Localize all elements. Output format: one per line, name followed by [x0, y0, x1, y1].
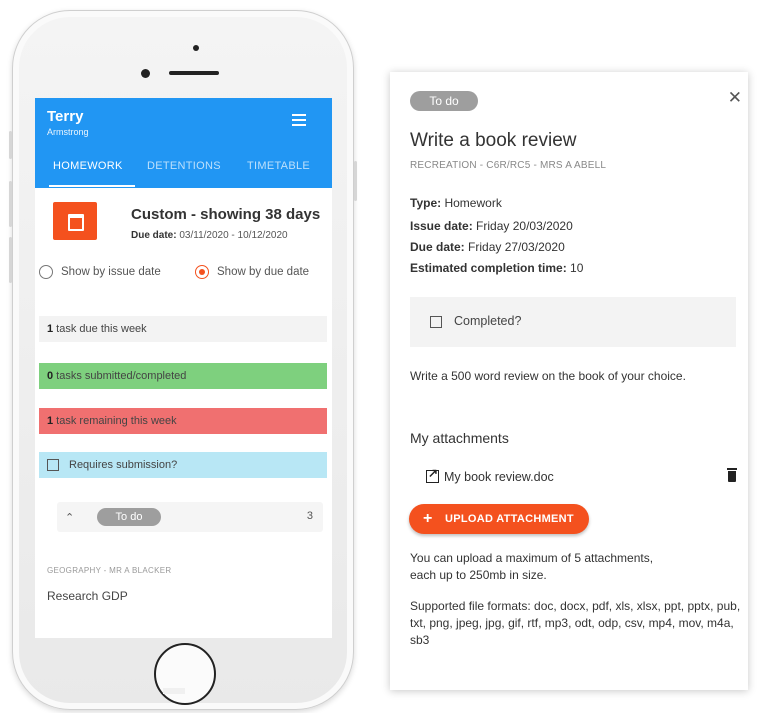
radio-due-label: Show by due date — [217, 266, 310, 279]
sensor-dot — [141, 69, 150, 78]
date-range-button[interactable] — [53, 202, 97, 240]
tab-timetable[interactable]: TIMETABLE — [247, 160, 310, 172]
side-button — [9, 181, 12, 227]
upload-attachment-button[interactable]: + UPLOAD ATTACHMENT — [409, 504, 589, 534]
completed-checkbox-row[interactable]: Completed? — [410, 297, 736, 347]
open-external-icon[interactable] — [426, 466, 439, 483]
checkbox-icon — [47, 459, 59, 472]
radio-show-by-issue-date[interactable]: Show by issue date — [39, 265, 161, 279]
task-detail-title: Write a book review — [410, 130, 577, 151]
tab-bar: HOMEWORK DETENTIONS TIMETABLE — [35, 158, 332, 188]
radio-issue-label: Show by issue date — [61, 266, 161, 279]
chevron-up-icon: ⌃ — [65, 512, 75, 524]
attachment-link[interactable]: My book review.doc — [444, 470, 554, 484]
delete-icon[interactable] — [727, 468, 737, 482]
issue-date-label: Issue date: — [410, 219, 473, 233]
checkbox-icon — [430, 316, 442, 328]
radio-checked-icon — [195, 265, 209, 279]
status-chip: To do — [410, 91, 478, 111]
todo-group-header[interactable]: ⌃ To do 3 — [57, 502, 323, 532]
upload-attachment-label: UPLOAD ATTACHMENT — [445, 513, 574, 525]
due-date-label: Due date: — [410, 240, 465, 254]
due-date-label: Due date: — [131, 230, 177, 241]
submitted-banner: 0 tasks submitted/completed — [39, 363, 327, 389]
side-button — [9, 131, 12, 159]
remaining-text: task remaining this week — [53, 415, 177, 427]
remaining-banner: 1 task remaining this week — [39, 408, 327, 434]
tab-homework[interactable]: HOMEWORK — [53, 160, 123, 172]
due-date-value: Friday 27/03/2020 — [468, 240, 565, 254]
side-button — [9, 237, 12, 283]
attachments-heading: My attachments — [410, 430, 509, 446]
issue-date-row: Issue date: Friday 20/03/2020 — [410, 219, 573, 233]
task-subject: GEOGRAPHY - MR A BLACKER — [47, 566, 172, 575]
todo-status-chip: To do — [97, 508, 161, 526]
app-screen: Terry Armstrong HOMEWORK DETENTIONS TIME… — [35, 98, 332, 638]
due-date-range: 03/11/2020 - 10/12/2020 — [179, 230, 288, 241]
estimated-time-value: 10 — [570, 261, 584, 275]
requires-submission-filter[interactable]: Requires submission? — [39, 452, 327, 478]
upload-limit-note-1: You can upload a maximum of 5 attachment… — [410, 551, 654, 565]
tab-detentions[interactable]: DETENTIONS — [147, 160, 221, 172]
student-first-name: Terry — [47, 108, 84, 125]
date-range-title: Custom - showing 38 days — [131, 206, 321, 223]
completed-label: Completed? — [454, 314, 522, 328]
issue-date-value: Friday 20/03/2020 — [476, 219, 573, 233]
todo-count: 3 — [306, 510, 313, 522]
due-this-week-banner: 1 task due this week — [39, 316, 327, 342]
due-text: task due this week — [53, 323, 147, 335]
student-last-name: Armstrong — [47, 127, 89, 137]
side-button — [354, 161, 357, 201]
home-button-gap — [163, 688, 185, 694]
calendar-icon — [68, 214, 84, 231]
type-label: Type: — [410, 196, 442, 210]
estimated-time-row: Estimated completion time: 10 — [410, 261, 583, 275]
task-detail-panel: To do ✕ Write a book review RECREATION -… — [390, 72, 748, 690]
type-value: Homework — [444, 196, 502, 210]
home-button[interactable] — [154, 643, 216, 705]
close-icon[interactable]: ✕ — [728, 88, 742, 108]
front-camera — [193, 45, 199, 51]
supported-formats-note: Supported file formats: doc, docx, pdf, … — [410, 599, 741, 647]
radio-show-by-due-date[interactable]: Show by due date — [195, 265, 309, 279]
date-range-subtitle: Due date: 03/11/2020 - 10/12/2020 — [131, 230, 288, 241]
task-title[interactable]: Research GDP — [47, 589, 128, 603]
app-bar: Terry Armstrong HOMEWORK DETENTIONS TIME… — [35, 98, 332, 188]
task-description: Write a 500 word review on the book of y… — [410, 369, 686, 383]
type-row: Type: Homework — [410, 196, 502, 210]
earpiece-speaker — [169, 71, 219, 75]
submitted-text: tasks submitted/completed — [53, 370, 187, 382]
due-date-row: Due date: Friday 27/03/2020 — [410, 240, 565, 254]
plus-icon: + — [423, 510, 433, 527]
active-tab-indicator — [49, 185, 135, 187]
hamburger-menu-icon[interactable] — [292, 114, 306, 126]
estimated-time-label: Estimated completion time: — [410, 261, 567, 275]
upload-limit-note-2: each up to 250mb in size. — [410, 568, 547, 582]
requires-submission-label: Requires submission? — [69, 459, 178, 471]
task-detail-subtitle: RECREATION - C6R/RC5 - MRS A ABELL — [410, 160, 607, 171]
radio-unchecked-icon — [39, 265, 53, 279]
